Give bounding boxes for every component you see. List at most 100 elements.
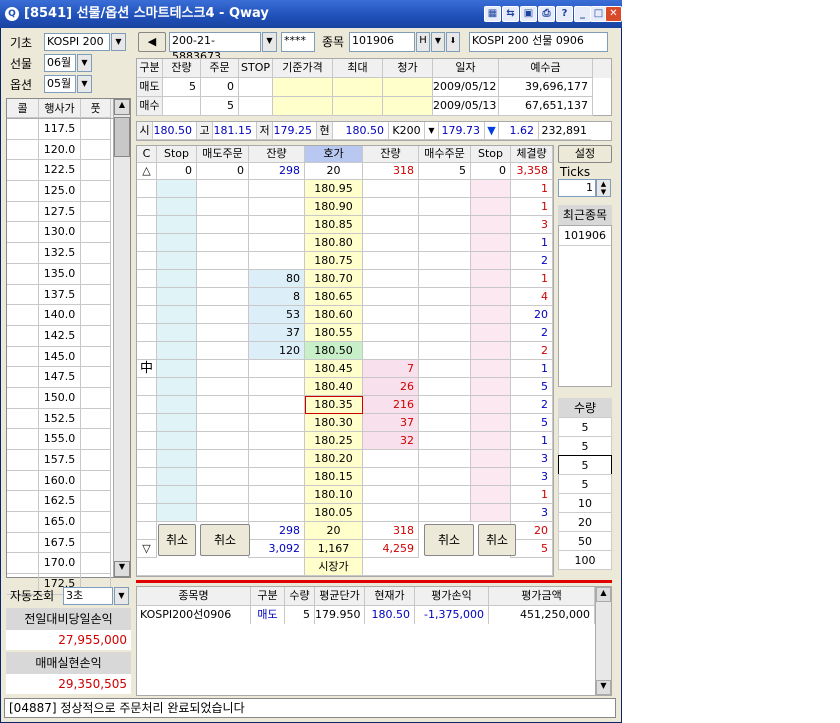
buy-stop-cell[interactable] (471, 216, 511, 234)
buy-stop-cell[interactable] (471, 198, 511, 216)
strike-row[interactable]: 120.0 (7, 139, 130, 161)
next-arrow-icon[interactable]: ⬇ (446, 32, 460, 52)
link-icon[interactable]: ⇆ (502, 6, 519, 22)
grid-icon[interactable]: ▦ (484, 6, 501, 22)
buy-order-cell[interactable] (419, 252, 471, 270)
sell-order-cell[interactable] (197, 378, 249, 396)
buy-stop-cell[interactable] (471, 324, 511, 342)
positions-scrollbar[interactable]: ▲ ▼ (595, 587, 611, 695)
price-level[interactable]: 180.05 (305, 504, 363, 522)
buy-order-cell[interactable] (419, 378, 471, 396)
sell-order-cell[interactable] (197, 288, 249, 306)
chevron-down-icon[interactable]: ▼ (114, 587, 129, 605)
buy-stop-cell[interactable] (471, 486, 511, 504)
sell-order-cell[interactable] (197, 252, 249, 270)
strike-row[interactable]: 157.5 (7, 450, 130, 471)
call-cell[interactable] (7, 119, 39, 140)
sell-order-cell[interactable] (197, 468, 249, 486)
account-select[interactable]: 200-21-5883673 (169, 32, 261, 63)
buy-order-cell[interactable] (419, 270, 471, 288)
chevron-down-icon[interactable]: ▼ (262, 32, 277, 52)
call-cell[interactable] (7, 491, 39, 513)
call-cell[interactable] (7, 284, 39, 306)
auto-refresh-select[interactable]: 3초 (63, 587, 113, 605)
sell-order-cell[interactable] (197, 180, 249, 198)
buy-stop-cell[interactable] (471, 288, 511, 306)
sell-stop-cell[interactable] (157, 396, 197, 414)
price-level[interactable]: 180.30 (305, 414, 363, 432)
buy-order-cell[interactable] (419, 234, 471, 252)
strike-row[interactable]: 135.0 (7, 263, 130, 285)
put-cell[interactable] (81, 201, 111, 223)
buy-order-cell[interactable] (419, 432, 471, 450)
sell-stop-cell[interactable] (157, 324, 197, 342)
sell-stop-cell[interactable] (157, 252, 197, 270)
call-cell[interactable] (7, 305, 39, 326)
buy-stop-cell[interactable] (471, 378, 511, 396)
sell-order-cell[interactable] (197, 270, 249, 288)
price-level[interactable]: 180.40 (305, 378, 363, 396)
ticks-stepper[interactable]: ▲ ▼ (596, 179, 611, 197)
put-cell[interactable] (81, 325, 111, 347)
buy-order-cell[interactable] (419, 342, 471, 360)
buy-stop-cell[interactable] (471, 468, 511, 486)
strike-row[interactable]: 132.5 (7, 243, 130, 264)
quantity-option[interactable]: 50 (558, 531, 612, 551)
price-level[interactable]: 180.85 (305, 216, 363, 234)
scroll-down-icon[interactable]: ▼ (596, 680, 611, 695)
put-cell[interactable] (81, 532, 111, 554)
sell-stop-cell[interactable] (157, 288, 197, 306)
strike-row[interactable]: 145.0 (7, 346, 130, 368)
strike-row[interactable]: 170.0 (7, 553, 130, 575)
sell-order-cell[interactable] (197, 504, 249, 522)
price-level[interactable]: 180.20 (305, 450, 363, 468)
futures-month-select[interactable]: 06월 (44, 54, 76, 72)
strike-row[interactable]: 122.5 (7, 160, 130, 182)
put-cell[interactable] (81, 263, 111, 285)
buy-stop-cell[interactable] (471, 342, 511, 360)
put-cell[interactable] (81, 387, 111, 409)
strike-row[interactable]: 147.5 (7, 367, 130, 388)
call-cell[interactable] (7, 429, 39, 450)
sell-stop-cell[interactable] (157, 360, 197, 378)
scroll-thumb[interactable] (114, 117, 130, 157)
price-level[interactable]: 180.80 (305, 234, 363, 252)
sell-stop-cell[interactable] (157, 378, 197, 396)
strike-scrollbar[interactable]: ▲ ▼ (113, 99, 130, 577)
strike-row[interactable]: 127.5 (7, 201, 130, 223)
put-cell[interactable] (81, 346, 111, 368)
close-icon[interactable]: ✕ (605, 6, 622, 22)
scroll-up-icon[interactable]: ▲ (114, 99, 130, 115)
call-cell[interactable] (7, 512, 39, 533)
buy-stop-cell[interactable] (471, 432, 511, 450)
call-cell[interactable] (7, 201, 39, 223)
sell-order-cell[interactable] (197, 342, 249, 360)
put-cell[interactable] (81, 139, 111, 161)
sell-order-cell[interactable] (197, 234, 249, 252)
put-cell[interactable] (81, 243, 111, 264)
strike-row[interactable]: 125.0 (7, 181, 130, 202)
strike-row[interactable]: 137.5 (7, 284, 130, 306)
call-cell[interactable] (7, 470, 39, 492)
password-field[interactable]: **** (281, 32, 315, 52)
buy-order-cell[interactable] (419, 288, 471, 306)
back-button[interactable]: ◀ (138, 32, 166, 52)
sell-stop-cell[interactable] (157, 450, 197, 468)
sell-stop-cell[interactable] (157, 306, 197, 324)
put-cell[interactable] (81, 119, 111, 140)
scroll-down-icon[interactable]: ▼ (114, 561, 130, 577)
buy-order-cell[interactable] (419, 216, 471, 234)
sell-stop-cell[interactable] (157, 234, 197, 252)
sell-stop-cell[interactable] (157, 270, 197, 288)
strike-row[interactable]: 150.0 (7, 387, 130, 409)
price-level[interactable]: 180.25 (305, 432, 363, 450)
strike-row[interactable]: 117.5 (7, 119, 130, 140)
quantity-option[interactable]: 5 (558, 455, 612, 475)
strike-row[interactable]: 130.0 (7, 222, 130, 244)
sell-stop-cell[interactable] (157, 414, 197, 432)
sell-order-cell[interactable] (197, 198, 249, 216)
positions-row[interactable]: KOSPI200선0906 매도 5 179.950 180.50 -1,375,000 4… (137, 606, 611, 624)
ticks-input[interactable]: 1 (558, 179, 596, 197)
sell-stop-cancel-button[interactable]: 취소 (158, 524, 196, 556)
call-cell[interactable] (7, 222, 39, 244)
